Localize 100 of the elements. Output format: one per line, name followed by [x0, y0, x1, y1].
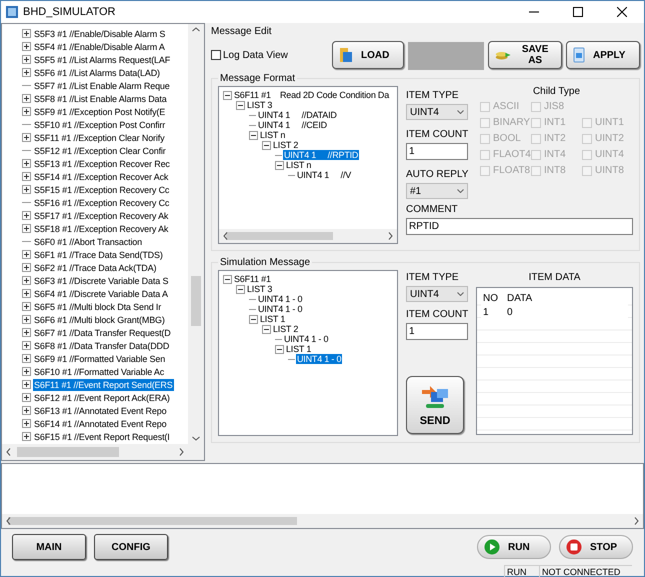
expand-icon[interactable]: [22, 302, 31, 311]
tree-item[interactable]: S5F14 #1 //Exception Recover Ack: [33, 170, 170, 182]
expand-icon[interactable]: [22, 159, 31, 168]
tree-item[interactable]: S6F8 #1 //Data Transfer Data(DDD: [33, 340, 170, 352]
expand-icon[interactable]: [22, 42, 31, 51]
tree-item[interactable]: S5F8 #1 //List Enable Alarms Data: [33, 92, 168, 104]
expand-icon[interactable]: [22, 380, 31, 389]
expand-icon[interactable]: [22, 328, 31, 337]
collapse-icon[interactable]: [236, 100, 245, 110]
expand-icon[interactable]: [22, 354, 31, 363]
tree-item[interactable]: S5F13 #1 //Exception Recover Rec: [33, 158, 171, 170]
tree-item[interactable]: LIST 3: [246, 100, 274, 110]
scroll-left-icon[interactable]: [6, 448, 11, 456]
tree-item[interactable]: S6F10 #1 //Formatted Variable Ac: [33, 366, 166, 378]
tree-item[interactable]: S5F9 #1 //Exception Post Notify(E: [33, 106, 166, 118]
tree-item[interactable]: S6F15 #1 //Event Report Request(I: [33, 430, 171, 442]
nav-button[interactable]: MAIN: [12, 534, 86, 560]
horizontal-scrollbar[interactable]: [219, 229, 397, 243]
expand-icon[interactable]: [22, 55, 31, 64]
message-tree[interactable]: S6F11 #1 Read 2D Code Condition Da LIST 3 UINT4 1 //DATAID UINT4 1 //CEID LIST n LIST 2 UINT4 1 //RPTID LIST n UINT4 1 //V: [218, 86, 398, 244]
tree-item[interactable]: S6F13 #1 //Annotated Event Repo: [33, 404, 168, 416]
scroll-thumb[interactable]: [8, 517, 297, 525]
scroll-up-icon[interactable]: [192, 27, 200, 32]
item-type-dropdown[interactable]: UINT4: [406, 286, 468, 302]
scroll-thumb[interactable]: [16, 447, 120, 457]
collapse-icon[interactable]: [262, 140, 271, 150]
scroll-thumb[interactable]: [191, 276, 201, 326]
auto-reply-dropdown[interactable]: #1: [406, 183, 468, 199]
collapse-icon[interactable]: [275, 160, 284, 170]
tree-item[interactable]: UINT4 1 - 0: [257, 304, 304, 314]
control-button[interactable]: STOP: [559, 535, 633, 559]
tree-item[interactable]: S5F10 #1 //Exception Post Confirr: [33, 118, 166, 130]
tree-item[interactable]: S6F5 #1 //Multi block Dta Send Ir: [33, 300, 162, 312]
collapse-icon[interactable]: [223, 274, 232, 284]
tree-item[interactable]: S6F11 #1 //Event Report Send(ERS: [33, 378, 174, 390]
send-button[interactable]: SEND: [406, 376, 464, 434]
expand-icon[interactable]: [22, 185, 31, 194]
tree-item[interactable]: LIST 1: [259, 314, 286, 324]
scroll-right-icon[interactable]: [634, 517, 639, 525]
collapse-icon[interactable]: [249, 314, 258, 324]
collapse-icon[interactable]: [249, 130, 258, 140]
expand-icon[interactable]: [22, 211, 31, 220]
tree-item[interactable]: S5F15 #1 //Exception Recovery Cc: [33, 184, 170, 196]
tree-item[interactable]: UINT4 1 - 0: [283, 334, 330, 344]
tree-item[interactable]: S5F5 #1 //List Alarms Request(LAF: [33, 54, 172, 66]
scroll-right-icon[interactable]: [179, 448, 184, 456]
tree-item[interactable]: S5F4 #1 //Enable/Disable Alarm A: [33, 40, 166, 52]
tree-item[interactable]: LIST 2: [272, 140, 300, 150]
tree-item[interactable]: UINT4 1 //V: [296, 170, 352, 180]
tree-item[interactable]: S5F11 #1 //Exception Clear Norify: [33, 132, 166, 144]
scroll-down-icon[interactable]: [192, 436, 200, 441]
tree-item[interactable]: S5F3 #1 //Enable/Disable Alarm S: [33, 28, 166, 40]
expand-icon[interactable]: [22, 68, 31, 77]
expand-icon[interactable]: [22, 94, 31, 103]
tree-item[interactable]: S6F3 #1 //Discrete Variable Data S: [33, 274, 170, 286]
toolbar-button[interactable]: APPLY: [566, 41, 640, 69]
horizontal-scrollbar[interactable]: [2, 514, 643, 528]
tree-item[interactable]: S6F11 #1 Read 2D Code Condition Da: [233, 90, 390, 100]
tree-item[interactable]: LIST 3: [246, 284, 274, 294]
tree-item[interactable]: UINT4 1 //RPTID: [283, 150, 360, 160]
control-button[interactable]: RUN: [477, 535, 551, 559]
expand-icon[interactable]: [22, 406, 31, 415]
expand-icon[interactable]: [22, 276, 31, 285]
tree-item[interactable]: S6F2 #1 //Trace Data Ack(TDA): [33, 262, 158, 274]
nav-button[interactable]: CONFIG: [94, 534, 168, 560]
item-count-field[interactable]: 1: [406, 323, 468, 340]
tree-item[interactable]: S6F0 #1 //Abort Transaction: [33, 236, 144, 248]
tree-item[interactable]: S5F16 #1 //Exception Recovery Cc: [33, 196, 170, 208]
expand-icon[interactable]: [22, 250, 31, 259]
horizontal-scrollbar[interactable]: [2, 444, 188, 460]
tree-item[interactable]: S6F1 #1 //Trace Data Send(TDS): [33, 248, 164, 260]
scroll-left-icon[interactable]: [6, 517, 11, 525]
collapse-icon[interactable]: [262, 324, 271, 334]
expand-icon[interactable]: [22, 367, 31, 376]
expand-icon[interactable]: [22, 432, 31, 441]
tree-item[interactable]: LIST n: [259, 130, 286, 140]
expand-icon[interactable]: [22, 341, 31, 350]
expand-icon[interactable]: [22, 107, 31, 116]
tree-item[interactable]: UINT4 1 //CEID: [257, 120, 328, 130]
tree-item[interactable]: S5F6 #1 //List Alarms Data(LAD): [33, 66, 161, 78]
toolbar-button[interactable]: SAVE AS: [488, 41, 562, 69]
item-type-dropdown[interactable]: UINT4: [406, 104, 468, 120]
expand-icon[interactable]: [22, 263, 31, 272]
tree-item[interactable]: S6F12 #1 //Event Report Ack(ERA): [33, 392, 171, 404]
close-icon[interactable]: [617, 7, 627, 17]
expand-icon[interactable]: [22, 29, 31, 38]
collapse-icon[interactable]: [236, 284, 245, 294]
tree-item[interactable]: LIST 2: [272, 324, 300, 334]
expand-icon[interactable]: [22, 289, 31, 298]
tree-item[interactable]: UINT4 1 - 0: [257, 294, 304, 304]
tree-item[interactable]: LIST n: [285, 160, 312, 170]
collapse-icon[interactable]: [275, 344, 284, 354]
tree-item[interactable]: S6F6 #1 //Multi block Grant(MBG): [33, 314, 166, 326]
tree-item[interactable]: S6F11 #1: [233, 274, 272, 284]
expand-icon[interactable]: [22, 315, 31, 324]
item-count-field[interactable]: 1: [406, 143, 468, 160]
collapse-icon[interactable]: [223, 90, 232, 100]
scroll-thumb[interactable]: [226, 232, 333, 240]
maximize-icon[interactable]: [573, 7, 583, 17]
scroll-left-icon[interactable]: [223, 232, 228, 240]
